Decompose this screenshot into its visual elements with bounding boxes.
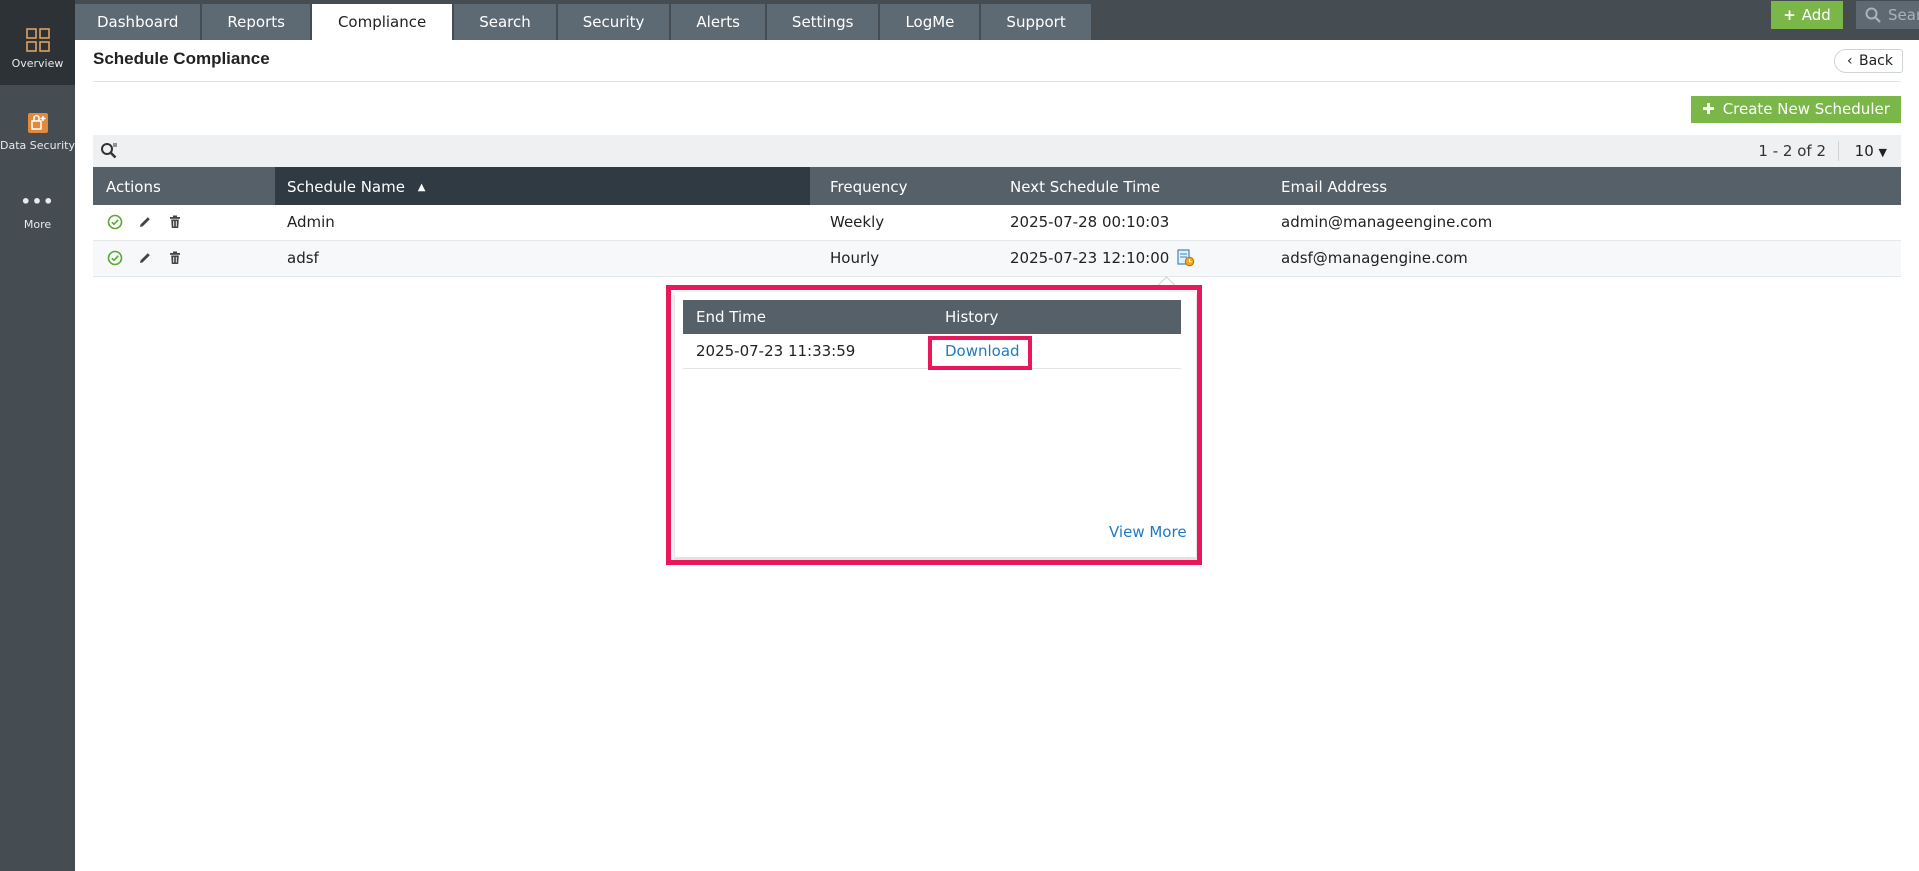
pager-divider [1838,141,1839,161]
col-schedule-name-label: Schedule Name [287,178,405,196]
schedule-table: Actions Schedule Name ▲ Frequency Next S… [93,167,1901,277]
col-actions: Actions [106,178,161,196]
add-button[interactable]: + Add [1771,1,1843,29]
schedule-name: Admin [287,213,335,231]
top-nav: Dashboard Reports Compliance Search Secu… [75,0,1919,40]
page-size-select[interactable]: 10 ▼ [1855,135,1887,169]
table-toolbar: 1 - 2 of 2 10 ▼ [93,135,1901,167]
nav-tabs: Dashboard Reports Compliance Search Secu… [75,4,1093,40]
chevron-left-icon: ‹ [1847,53,1853,69]
col-frequency[interactable]: Frequency [830,167,908,205]
back-button-label: Back [1859,53,1893,69]
data-security-icon [27,113,48,133]
plus-icon: ✚ [1702,100,1715,118]
highlight-frame-popover [666,285,1202,565]
grid-icon [25,28,50,52]
next-schedule-time: 2025-07-23 12:10:00 [1010,241,1195,276]
col-schedule-name[interactable]: Schedule Name ▲ [275,167,810,205]
enable-check-icon[interactable] [107,250,123,266]
tab-settings[interactable]: Settings [766,4,879,40]
header-divider [93,81,1901,82]
page-size-value: 10 [1854,142,1874,160]
back-button[interactable]: ‹ Back [1834,49,1903,73]
rail-item-overview[interactable]: Overview [0,0,75,85]
tab-logme[interactable]: LogMe [880,4,980,40]
enable-check-icon[interactable] [107,214,123,230]
col-next-schedule-time[interactable]: Next Schedule Time [1010,167,1160,205]
search-filter-icon[interactable] [100,142,118,160]
rail-item-data-security[interactable]: Data Security [0,112,75,157]
highlight-frame-download [928,336,1032,370]
create-button-label: Create New Scheduler [1722,100,1890,118]
sort-asc-icon: ▲ [417,182,426,193]
schedule-history-icon[interactable] [1177,249,1195,267]
global-search-input[interactable]: Search [1856,1,1919,29]
create-new-scheduler-button[interactable]: ✚ Create New Scheduler [1691,96,1901,123]
frequency: Weekly [830,213,885,231]
edit-pencil-icon[interactable] [137,214,153,230]
col-email-address[interactable]: Email Address [1281,167,1387,205]
rail-label-more: More [23,218,52,231]
email-address: adsf@managengine.com [1281,249,1468,267]
frequency: Hourly [830,249,880,267]
next-schedule-time-value: 2025-07-23 12:10:00 [1010,249,1170,267]
rail-label-overview: Overview [11,57,64,70]
add-button-label: Add [1801,6,1831,24]
table-row: adsf Hourly 2025-07-23 12:10:00 adsf@man… [93,241,1901,277]
plus-icon: + [1783,6,1796,24]
caret-down-icon: ▼ [1878,146,1887,159]
search-placeholder: Search [1888,6,1919,24]
more-dots-icon: ••• [20,192,55,211]
tab-security[interactable]: Security [557,4,670,40]
tab-search[interactable]: Search [454,4,556,40]
schedule-name: adsf [287,249,319,267]
delete-trash-icon[interactable] [167,214,183,230]
tab-dashboard[interactable]: Dashboard [75,4,201,40]
page-title: Schedule Compliance [93,49,270,68]
edit-pencil-icon[interactable] [137,250,153,266]
tab-support[interactable]: Support [981,4,1091,40]
tab-alerts[interactable]: Alerts [671,4,765,40]
email-address: admin@manageengine.com [1281,213,1493,231]
delete-trash-icon[interactable] [167,250,183,266]
search-icon [1865,7,1881,23]
table-row: Admin Weekly 2025-07-28 00:10:03 admin@m… [93,205,1901,241]
pagination-info: 1 - 2 of 2 [1758,142,1826,160]
tab-compliance[interactable]: Compliance [311,4,453,40]
next-schedule-time: 2025-07-28 00:10:03 [1010,213,1170,231]
tab-reports[interactable]: Reports [202,4,310,40]
rail-item-more[interactable]: ••• More [0,192,75,236]
left-rail: Overview Data Security ••• More [0,0,75,871]
rail-label-data-security: Data Security [0,139,75,152]
table-header: Actions Schedule Name ▲ Frequency Next S… [93,167,1901,205]
